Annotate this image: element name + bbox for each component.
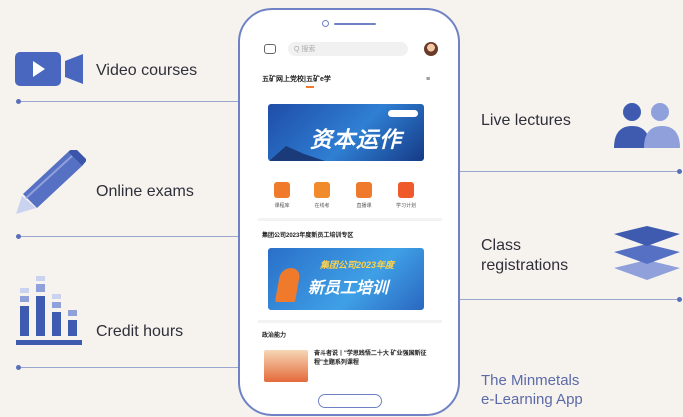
promo-banner[interactable]: 资本运作 — [268, 104, 424, 161]
video-camera-icon — [15, 52, 85, 86]
speaker-slot — [334, 23, 376, 25]
video-courses-label: Video courses — [96, 62, 198, 79]
pencil-icon — [16, 147, 87, 216]
banner-title: 资本运作 — [310, 127, 403, 152]
line-dot — [16, 234, 21, 239]
quick-label: 在线考 — [314, 203, 330, 209]
divider-line — [460, 171, 680, 172]
divider-line — [18, 367, 238, 368]
phone-mockup: Q 搜索 五矿网上党校|五矿e学 ≡ 资本运作 课程库 在线考 直播课 学习计划… — [238, 8, 460, 416]
layers-icon — [614, 222, 680, 282]
header-underline — [306, 86, 314, 88]
study-plan-icon[interactable] — [398, 182, 414, 198]
online-exam-icon[interactable] — [314, 182, 330, 198]
class-registrations-label: Class registrations — [481, 237, 569, 274]
banner-title: 新员工培训 — [308, 280, 389, 297]
line-dot — [677, 169, 682, 174]
live-lectures-label: Live lectures — [481, 112, 571, 129]
divider-line — [460, 299, 680, 300]
quick-label: 学习计划 — [395, 203, 416, 209]
avatar[interactable] — [424, 42, 438, 56]
bar-chart-icon — [16, 276, 84, 346]
news-thumbnail[interactable] — [264, 350, 308, 382]
divider-line — [18, 236, 238, 237]
home-button[interactable] — [318, 394, 382, 408]
training-banner[interactable]: 集团公司2023年度 新员工培训 — [268, 248, 424, 310]
course-library-icon[interactable] — [274, 182, 290, 198]
section-divider — [258, 320, 442, 323]
header-title: 五矿网上党校|五矿e学 — [262, 76, 331, 83]
section-title: 政治能力 — [262, 333, 287, 339]
search-input[interactable]: Q 搜索 — [288, 42, 408, 56]
people-icon — [612, 100, 682, 150]
online-exams-label: Online exams — [96, 183, 194, 200]
camera-icon — [322, 20, 329, 27]
app-caption: The Minmetals e-Learning App — [481, 372, 583, 408]
credit-hours-label: Credit hours — [96, 323, 184, 340]
banner-tag — [388, 110, 418, 117]
live-class-icon[interactable] — [356, 182, 372, 198]
app-screen: Q 搜索 五矿网上党校|五矿e学 ≡ 资本运作 课程库 在线考 直播课 学习计划… — [258, 36, 442, 386]
runner-figure — [275, 268, 301, 302]
search-placeholder: Q 搜索 — [294, 46, 316, 53]
line-dot — [16, 99, 21, 104]
line-dot — [677, 297, 682, 302]
more-icon[interactable]: ≡ — [426, 76, 430, 83]
line-dot — [16, 365, 21, 370]
section-title: 集团公司2023年度新员工培训专区 — [262, 233, 354, 239]
quick-label: 课程库 — [274, 203, 290, 209]
divider-line — [18, 101, 238, 102]
news-title[interactable]: 奋斗者说丨"学思践悟二十大 矿业强国新征程"主题系列课程 — [314, 350, 432, 368]
menu-icon[interactable] — [264, 44, 276, 54]
banner-subtitle: 集团公司2023年度 — [320, 260, 395, 270]
quick-label: 直播课 — [356, 203, 372, 209]
section-divider — [258, 218, 442, 221]
